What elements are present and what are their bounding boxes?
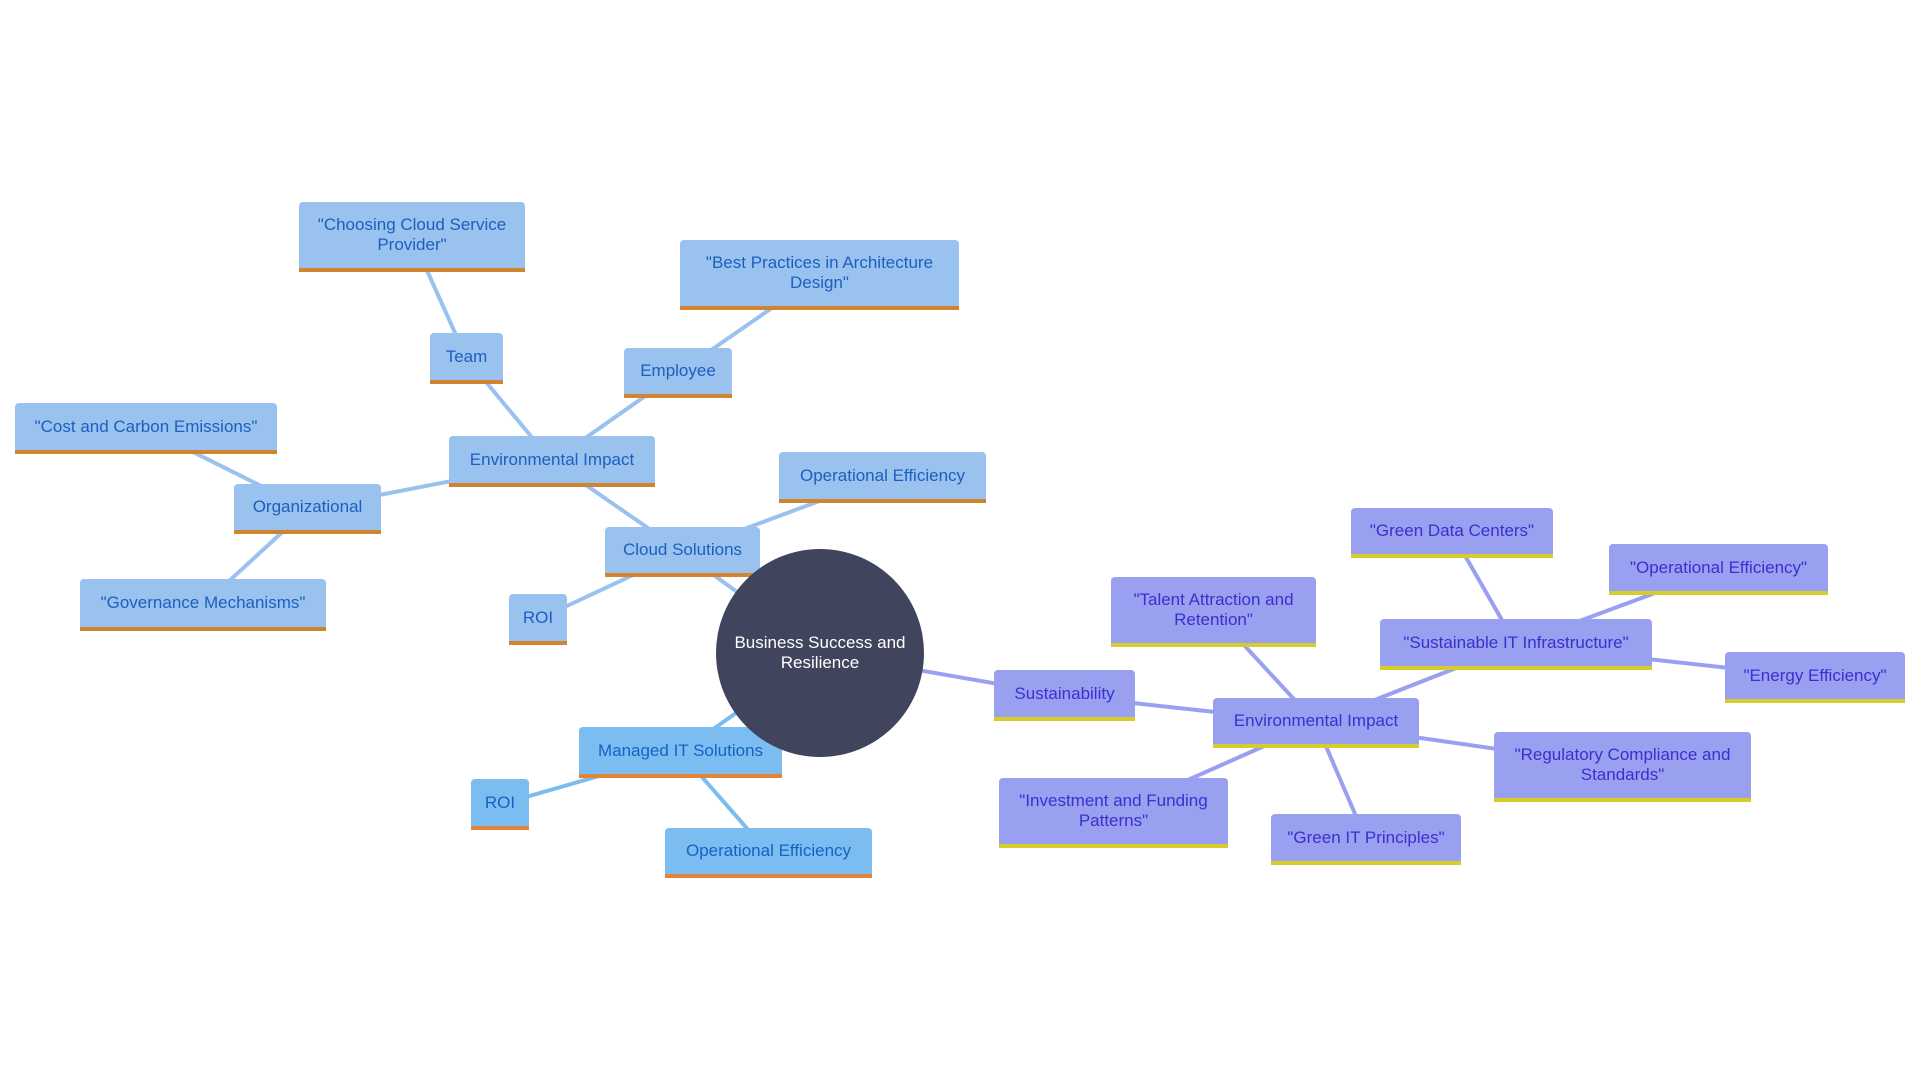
node-cost[interactable]: "Cost and Carbon Emissions" <box>15 403 277 454</box>
node-greendc[interactable]: "Green Data Centers" <box>1351 508 1553 558</box>
node-regulatory[interactable]: "Regulatory Compliance and Standards" <box>1494 732 1751 802</box>
node-team[interactable]: Team <box>430 333 503 384</box>
node-label: Operational Efficiency <box>799 465 966 485</box>
node-opeff-managed[interactable]: Operational Efficiency <box>665 828 872 878</box>
node-label: "Green IT Principles" <box>1287 827 1445 847</box>
root-node[interactable]: Business Success and Resilience <box>716 549 924 757</box>
node-talent[interactable]: "Talent Attraction and Retention" <box>1111 577 1316 647</box>
node-label: "Choosing Cloud Service Provider" <box>317 215 507 254</box>
node-label: Environmental Impact <box>469 449 635 469</box>
node-sustit[interactable]: "Sustainable IT Infrastructure" <box>1380 619 1652 670</box>
node-env-purple[interactable]: Environmental Impact <box>1213 698 1419 748</box>
node-label: ROI <box>484 792 516 812</box>
node-label: "Governance Mechanisms" <box>100 593 306 612</box>
node-label: "Best Practices in Architecture Design" <box>705 253 934 292</box>
node-label: Managed IT Solutions <box>597 740 764 760</box>
root-label: Business Success and Resilience <box>734 633 906 672</box>
connector-layer <box>145 236 1816 855</box>
node-label: Sustainability <box>1014 683 1115 703</box>
node-gov[interactable]: "Governance Mechanisms" <box>80 579 326 631</box>
node-greenit[interactable]: "Green IT Principles" <box>1271 814 1461 865</box>
node-label: "Regulatory Compliance and Standards" <box>1514 745 1731 784</box>
node-opeff-purple[interactable]: "Operational Efficiency" <box>1609 544 1828 595</box>
node-opeff-blue[interactable]: Operational Efficiency <box>779 452 986 503</box>
node-sust[interactable]: Sustainability <box>994 670 1135 721</box>
node-label: "Operational Efficiency" <box>1629 557 1808 577</box>
node-label: Environmental Impact <box>1233 711 1399 730</box>
node-employee[interactable]: Employee <box>624 348 732 398</box>
node-cloud[interactable]: Cloud Solutions <box>605 527 760 577</box>
node-label: Organizational <box>252 497 363 516</box>
node-label: Team <box>445 346 488 366</box>
node-energy[interactable]: "Energy Efficiency" <box>1725 652 1905 703</box>
node-label: Cloud Solutions <box>622 540 743 559</box>
node-label: "Energy Efficiency" <box>1743 665 1887 685</box>
node-env-blue[interactable]: Environmental Impact <box>449 436 655 487</box>
node-roi-blue[interactable]: ROI <box>509 594 567 645</box>
node-choosing[interactable]: "Choosing Cloud Service Provider" <box>299 202 525 272</box>
node-label: Employee <box>640 361 716 380</box>
node-org[interactable]: Organizational <box>234 484 381 534</box>
node-investment[interactable]: "Investment and Funding Patterns" <box>999 778 1228 848</box>
node-best[interactable]: "Best Practices in Architecture Design" <box>680 240 959 310</box>
node-label: Operational Efficiency <box>685 841 852 860</box>
node-label: "Cost and Carbon Emissions" <box>34 416 258 436</box>
node-label: "Sustainable IT Infrastructure" <box>1403 632 1629 652</box>
node-label: "Talent Attraction and Retention" <box>1133 590 1294 629</box>
node-label: ROI <box>522 607 554 627</box>
node-label: "Green Data Centers" <box>1369 521 1535 540</box>
node-roi-managed[interactable]: ROI <box>471 779 529 830</box>
node-label: "Investment and Funding Patterns" <box>1019 791 1208 830</box>
node-managed[interactable]: Managed IT Solutions <box>579 727 782 778</box>
